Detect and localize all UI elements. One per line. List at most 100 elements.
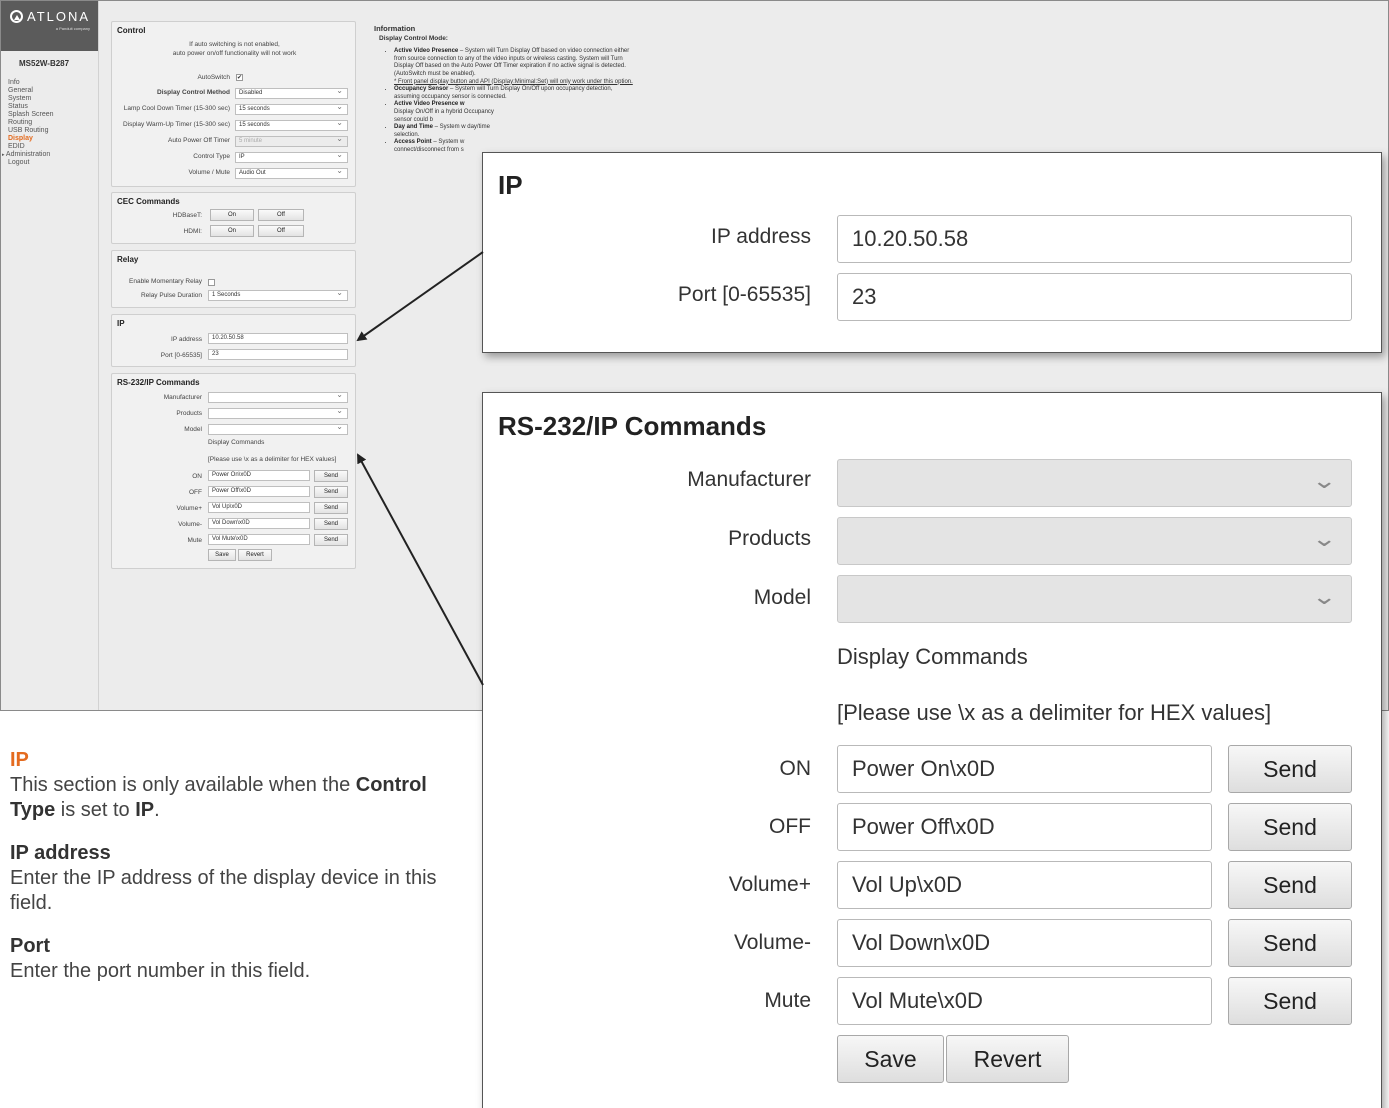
cmd-off-send-small[interactable]: Send <box>314 486 348 498</box>
description: IP This section is only available when t… <box>10 748 450 984</box>
revert-button-small[interactable]: Revert <box>238 549 272 561</box>
cmd-off-input-small[interactable]: Power Off\x0D <box>208 486 310 497</box>
ip-address-input[interactable]: 10.20.50.58 <box>837 215 1352 263</box>
cmd-mute-label-small: Mute <box>187 537 202 544</box>
cmd-off-send-button[interactable]: Send <box>1228 803 1352 851</box>
control-type-select[interactable]: IP <box>235 150 348 163</box>
cmd-voldown-input-small[interactable]: Vol Down\x0D <box>208 518 310 529</box>
cmd-mute-input-small[interactable]: Vol Mute\x0D <box>208 534 310 545</box>
cmd-volup-send-small[interactable]: Send <box>314 502 348 514</box>
revert-button[interactable]: Revert <box>946 1035 1069 1083</box>
sidebar-item-routing[interactable]: Routing <box>8 119 98 127</box>
cmd-on-send-button[interactable]: Send <box>1228 745 1352 793</box>
page: ATLONA a Panduit company MS52W-B287 Info… <box>0 0 1389 1108</box>
hdbaset-off-button[interactable]: Off <box>258 209 304 221</box>
cmd-on-label: ON <box>779 757 812 780</box>
information-panel: Information Display Control Mode: Active… <box>374 25 634 155</box>
ip-address-label: IP address <box>710 225 811 248</box>
cmd-mute-send-button[interactable]: Send <box>1228 977 1352 1025</box>
display-commands-label: Display Commands <box>837 644 1028 669</box>
save-button-small[interactable]: Save <box>208 549 236 561</box>
volume-mute-select[interactable]: Audio Out <box>235 166 348 179</box>
cmd-voldown-input[interactable]: Vol Down\x0D <box>837 919 1212 967</box>
products-label-small: Products <box>176 410 202 417</box>
momentary-relay-checkbox[interactable] <box>208 279 215 286</box>
port-input-small[interactable]: 23 <box>208 349 348 360</box>
hex-note-small: [Please use \x as a delimiter for HEX va… <box>208 456 337 463</box>
info-item: Day and Time – System w day/time selecti… <box>394 124 504 139</box>
port-desc: Enter the port number in this field. <box>10 960 311 982</box>
sidebar-item-system[interactable]: System <box>8 95 98 103</box>
relay-duration-select[interactable]: 1 Seconds <box>208 288 348 301</box>
cmd-on-input-small[interactable]: Power On\x0D <box>208 470 310 481</box>
cmd-mute-send-small[interactable]: Send <box>314 534 348 546</box>
cmd-off-input[interactable]: Power Off\x0D <box>837 803 1212 851</box>
cmd-voldown-send-small[interactable]: Send <box>314 518 348 530</box>
sidebar-item-info[interactable]: Info <box>8 79 98 87</box>
cmd-mute-input[interactable]: Vol Mute\x0D <box>837 977 1212 1025</box>
sidebar-item-usb-routing[interactable]: USB Routing <box>8 127 98 135</box>
info-subtitle: Display Control Mode: <box>379 34 448 42</box>
cmd-voldown-label: Volume- <box>733 931 811 954</box>
cmd-voldown-label-small: Volume- <box>178 521 202 528</box>
cmd-off-label: OFF <box>769 815 811 838</box>
ip-title-small: IP <box>117 319 125 328</box>
lamp-cool-down-select[interactable]: 15 seconds <box>235 102 348 115</box>
model-select[interactable]: ⌄ <box>837 575 1352 623</box>
relay-panel: Relay Enable Momentary Relay Relay Pulse… <box>111 250 356 308</box>
save-button[interactable]: Save <box>837 1035 944 1083</box>
info-list: Active Video Presence – System will Turn… <box>374 48 634 154</box>
model-label-small: Model <box>184 426 202 433</box>
hdmi-on-button[interactable]: On <box>210 225 254 237</box>
warm-up-select[interactable]: 15 seconds <box>235 118 348 131</box>
info-item: Active Video Presence – System will Turn… <box>394 48 634 86</box>
sidebar-item-splash-screen[interactable]: Splash Screen <box>8 111 98 119</box>
section-intro: This section is only available when the … <box>10 774 427 821</box>
sidebar-item-edid[interactable]: EDID <box>8 143 98 151</box>
products-label: Products <box>728 527 811 550</box>
logo-band: ATLONA a Panduit company <box>1 1 98 51</box>
sidebar-item-general[interactable]: General <box>8 87 98 95</box>
hdbaset-on-button[interactable]: On <box>210 209 254 221</box>
manufacturer-label: Manufacturer <box>687 468 811 491</box>
display-control-method-select[interactable]: Disabled <box>235 86 348 99</box>
sidebar-item-logout[interactable]: Logout <box>8 159 98 167</box>
ip-address-label-small: IP address <box>171 336 202 343</box>
port-term: Port <box>10 935 50 957</box>
logo-icon <box>10 10 23 23</box>
hdmi-off-button[interactable]: Off <box>258 225 304 237</box>
model-name: MS52W-B287 <box>19 59 70 68</box>
manufacturer-select-small[interactable] <box>208 390 348 403</box>
port-input[interactable]: 23 <box>837 273 1352 321</box>
info-item: Active Video Presence wDisplay On/Off in… <box>394 101 504 124</box>
products-select[interactable]: ⌄ <box>837 517 1352 565</box>
cmd-on-input[interactable]: Power On\x0D <box>837 745 1212 793</box>
info-item: Occupancy Sensor – System will Turn Disp… <box>394 86 634 101</box>
hdmi-label: HDMI: <box>183 228 202 235</box>
cmd-voldown-send-button[interactable]: Send <box>1228 919 1352 967</box>
products-select-small[interactable] <box>208 406 348 419</box>
cmd-on-send-small[interactable]: Send <box>314 470 348 482</box>
sidebar-item-status[interactable]: Status <box>8 103 98 111</box>
hex-delimiter-note: [Please use \x as a delimiter for HEX va… <box>837 700 1272 725</box>
model-select-small[interactable] <box>208 422 348 435</box>
autoswitch-checkbox[interactable]: ✔ <box>236 74 243 81</box>
sidebar-item-administration[interactable]: Administration <box>6 151 98 159</box>
cmd-volup-send-button[interactable]: Send <box>1228 861 1352 909</box>
control-panel: Control If auto switching is not enabled… <box>111 21 356 187</box>
ip-address-input-small[interactable]: 10.20.50.58 <box>208 333 348 344</box>
rs232-title-small: RS-232/IP Commands <box>117 378 200 387</box>
rs232-panel-small: RS-232/IP Commands Manufacturer Products… <box>111 373 356 569</box>
sidebar-item-display[interactable]: Display <box>8 135 98 143</box>
ip-title: IP <box>498 170 523 200</box>
section-heading: IP <box>10 749 29 771</box>
manufacturer-select[interactable]: ⌄ <box>837 459 1352 507</box>
cmd-volup-input[interactable]: Vol Up\x0D <box>837 861 1212 909</box>
hdbaset-label: HDBaseT: <box>172 212 202 219</box>
cmd-volup-input-small[interactable]: Vol Up\x0D <box>208 502 310 513</box>
auto-power-off-select[interactable]: 5 minute <box>235 134 348 147</box>
port-label-small: Port [0-65535] <box>160 352 202 359</box>
cmd-off-label-small: OFF <box>189 489 202 496</box>
model-label: Model <box>753 586 811 609</box>
ip-address-term: IP address <box>10 842 111 864</box>
